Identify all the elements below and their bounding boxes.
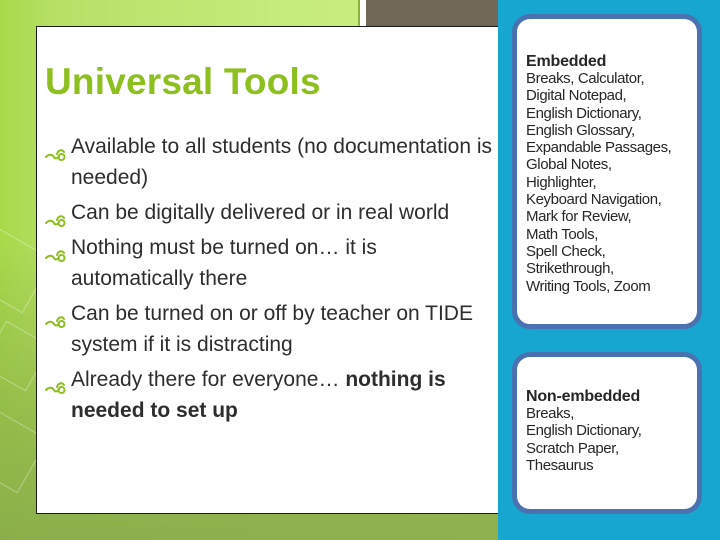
embedded-tools-body: Embedded Breaks, Calculator, Digital Not… xyxy=(526,53,672,295)
embedded-tool-line: Keyboard Navigation, xyxy=(526,191,662,209)
embedded-tool-line: Writing Tools, Zoom xyxy=(526,277,651,295)
embedded-tool-line: Strikethrough, xyxy=(526,260,614,278)
bullet-text: Already there for everyone… xyxy=(71,368,346,391)
bullet-text: Can be digitally delivered or in real wo… xyxy=(71,201,450,224)
scroll-swirl-icon xyxy=(45,206,67,227)
embedded-tool-line: Highlighter, xyxy=(526,173,597,191)
bullet-list: Available to all students (no documentat… xyxy=(45,131,505,430)
non-embedded-tool-line: Scratch Paper, xyxy=(526,439,619,457)
bullet-item: Nothing must be turned on… it is automat… xyxy=(45,232,505,294)
embedded-tool-line: Mark for Review, xyxy=(526,208,632,226)
embedded-tool-line: Digital Notepad, xyxy=(526,87,627,105)
embedded-tools-card: Embedded Breaks, Calculator, Digital Not… xyxy=(512,14,702,329)
slide-content-box: Universal Tools Available to all student… xyxy=(36,26,510,514)
embedded-tool-line: Expandable Passages, xyxy=(526,139,672,157)
non-embedded-tool-line: Thesaurus xyxy=(526,456,594,474)
bullet-item: Can be digitally delivered or in real wo… xyxy=(45,197,505,228)
scroll-swirl-icon xyxy=(45,241,67,262)
tools-panel: Embedded Breaks, Calculator, Digital Not… xyxy=(498,0,720,540)
bullet-item: Can be turned on or off by teacher on TI… xyxy=(45,298,505,360)
bullet-text: Can be turned on or off by teacher on TI… xyxy=(71,302,473,356)
bullet-text: Available to all students (no documentat… xyxy=(71,135,493,189)
scroll-swirl-icon xyxy=(45,140,67,161)
scroll-swirl-icon xyxy=(45,373,67,394)
embedded-tool-line: English Glossary, xyxy=(526,121,635,139)
bullet-text: Nothing must be turned on… it is automat… xyxy=(71,236,377,290)
embedded-tool-line: English Dictionary, xyxy=(526,104,642,122)
non-embedded-tool-line: Breaks, xyxy=(526,405,575,422)
embedded-tool-line: Spell Check, xyxy=(526,242,606,260)
non-embedded-heading: Non-embedded xyxy=(526,388,641,405)
slide-title: Universal Tools xyxy=(45,61,321,102)
non-embedded-tools-body: Non-embedded Breaks, English Dictionary,… xyxy=(526,388,642,474)
bullet-item: Available to all students (no documentat… xyxy=(45,131,505,193)
embedded-tool-line: Global Notes, xyxy=(526,156,612,174)
scroll-swirl-icon xyxy=(45,307,67,328)
non-embedded-tools-card: Non-embedded Breaks, English Dictionary,… xyxy=(512,352,702,514)
bullet-item: Already there for everyone… nothing is n… xyxy=(45,364,505,426)
embedded-tool-line: Breaks, Calculator, xyxy=(526,70,645,87)
embedded-heading: Embedded xyxy=(526,53,607,70)
embedded-tool-line: Math Tools, xyxy=(526,225,599,243)
non-embedded-tool-line: English Dictionary, xyxy=(526,422,642,440)
